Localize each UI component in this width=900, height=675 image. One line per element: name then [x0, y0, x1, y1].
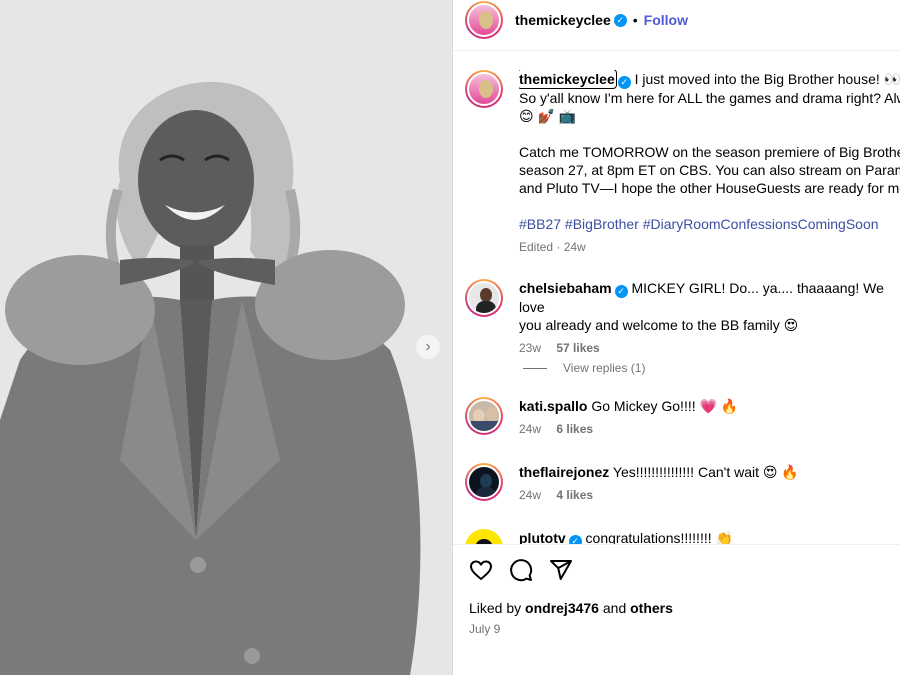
- caption-para2-line-1: Catch me TOMORROW on the season premiere…: [519, 144, 900, 160]
- next-image-button[interactable]: ›: [416, 335, 440, 359]
- caption-body: themickeyclee ✓ I just moved into the Big…: [519, 70, 900, 255]
- comment-username[interactable]: plutotv: [519, 530, 566, 544]
- author-username[interactable]: themickeyclee: [515, 12, 611, 28]
- caption-line-3: 😊 💅🏾 📺: [519, 108, 577, 124]
- comment-age: 24w: [519, 422, 542, 436]
- caption-para2-line-3: and Pluto TV—I hope the other HouseGuest…: [519, 180, 900, 196]
- follow-button[interactable]: Follow: [644, 12, 688, 28]
- separator-dot: •: [632, 12, 638, 28]
- author-avatar[interactable]: [465, 1, 503, 39]
- verified-icon: ✓: [613, 13, 627, 27]
- verified-icon: ✓: [614, 285, 628, 298]
- photo-illustration: [0, 0, 452, 675]
- caption-hashtags[interactable]: #BB27 #BigBrother #DiaryRoomConfessionsC…: [519, 215, 900, 233]
- comment-text-line-1: Yes!!!!!!!!!!!!!!! Can't wait 😍 🔥: [612, 464, 799, 480]
- comment-likes[interactable]: 57 likes: [556, 341, 599, 355]
- heart-icon[interactable]: [469, 558, 493, 582]
- comment-username[interactable]: chelsiebaham: [519, 280, 612, 296]
- comment-icon[interactable]: [509, 558, 533, 582]
- caption: themickeyclee ✓ I just moved into the Big…: [465, 70, 900, 255]
- commenter-avatar[interactable]: [465, 529, 503, 544]
- comment-body: plutotv ✓ congratulations!!!!!!!! 👏: [519, 529, 900, 544]
- comment-body: kati.spallo Go Mickey Go!!!! 💗 🔥 24w 6 l…: [519, 397, 900, 437]
- view-replies-button[interactable]: View replies (1): [523, 361, 645, 375]
- caption-line-2: So y'all know I'm here for ALL the games…: [519, 90, 900, 106]
- author-avatar[interactable]: [465, 70, 503, 108]
- comment-body: theflairejonez Yes!!!!!!!!!!!!!!! Can't …: [519, 463, 900, 503]
- comment-age: 23w: [519, 341, 542, 355]
- post-photo: ›: [0, 0, 452, 675]
- replies-line: [523, 367, 547, 369]
- comment-text-line-2: you already and welcome to the BB family…: [519, 317, 799, 333]
- comment-likes[interactable]: 4 likes: [556, 488, 593, 502]
- view-replies-label: View replies (1): [563, 361, 646, 375]
- comment-item: plutotv ✓ congratulations!!!!!!!! 👏: [465, 529, 900, 544]
- caption-meta: Edited · 24w: [519, 240, 586, 254]
- comment-body: chelsiebaham ✓ MICKEY GIRL! Do... ya.... …: [519, 279, 900, 356]
- comment-item: kati.spallo Go Mickey Go!!!! 💗 🔥 24w 6 l…: [465, 397, 900, 437]
- verified-icon: ✓: [568, 535, 582, 544]
- comments-list[interactable]: themickeyclee ✓ I just moved into the Big…: [453, 51, 900, 544]
- caption-para2-line-2: season 27, at 8pm ET on CBS. You can als…: [519, 162, 900, 178]
- chevron-right-icon: ›: [425, 338, 431, 355]
- comment-text-line-1: congratulations!!!!!!!! 👏: [585, 530, 733, 544]
- post-actions: [469, 558, 573, 582]
- liked-by: Liked by ondrej3476 and others: [469, 600, 673, 616]
- caption-line-1: I just moved into the Big Brother house!…: [634, 71, 900, 87]
- liked-by-user[interactable]: ondrej3476: [525, 600, 599, 616]
- post-date[interactable]: July 9: [469, 622, 500, 636]
- post-side-panel: themickeyclee ✓ • Follow themickeyclee ✓ …: [452, 0, 900, 675]
- caption-username[interactable]: themickeyclee: [519, 70, 617, 89]
- comment-likes[interactable]: 6 likes: [556, 422, 593, 436]
- liked-by-others[interactable]: others: [630, 600, 673, 616]
- comment-item: theflairejonez Yes!!!!!!!!!!!!!!! Can't …: [465, 463, 900, 503]
- comment-username[interactable]: kati.spallo: [519, 398, 587, 414]
- comment-text-line-1: Go Mickey Go!!!! 💗 🔥: [591, 398, 739, 414]
- comment-username[interactable]: theflairejonez: [519, 464, 609, 480]
- share-icon[interactable]: [549, 558, 573, 582]
- verified-icon: ✓: [617, 76, 631, 89]
- liked-by-mid: and: [598, 600, 631, 616]
- commenter-avatar[interactable]: [465, 463, 503, 501]
- post-header: themickeyclee ✓ • Follow: [465, 0, 900, 40]
- comment-age: 24w: [519, 488, 542, 502]
- commenter-avatar[interactable]: [465, 279, 503, 317]
- comment-item: chelsiebaham ✓ MICKEY GIRL! Do... ya.... …: [465, 279, 900, 356]
- commenter-avatar[interactable]: [465, 397, 503, 435]
- actions-divider: [453, 544, 900, 545]
- liked-by-prefix: Liked by: [469, 600, 526, 616]
